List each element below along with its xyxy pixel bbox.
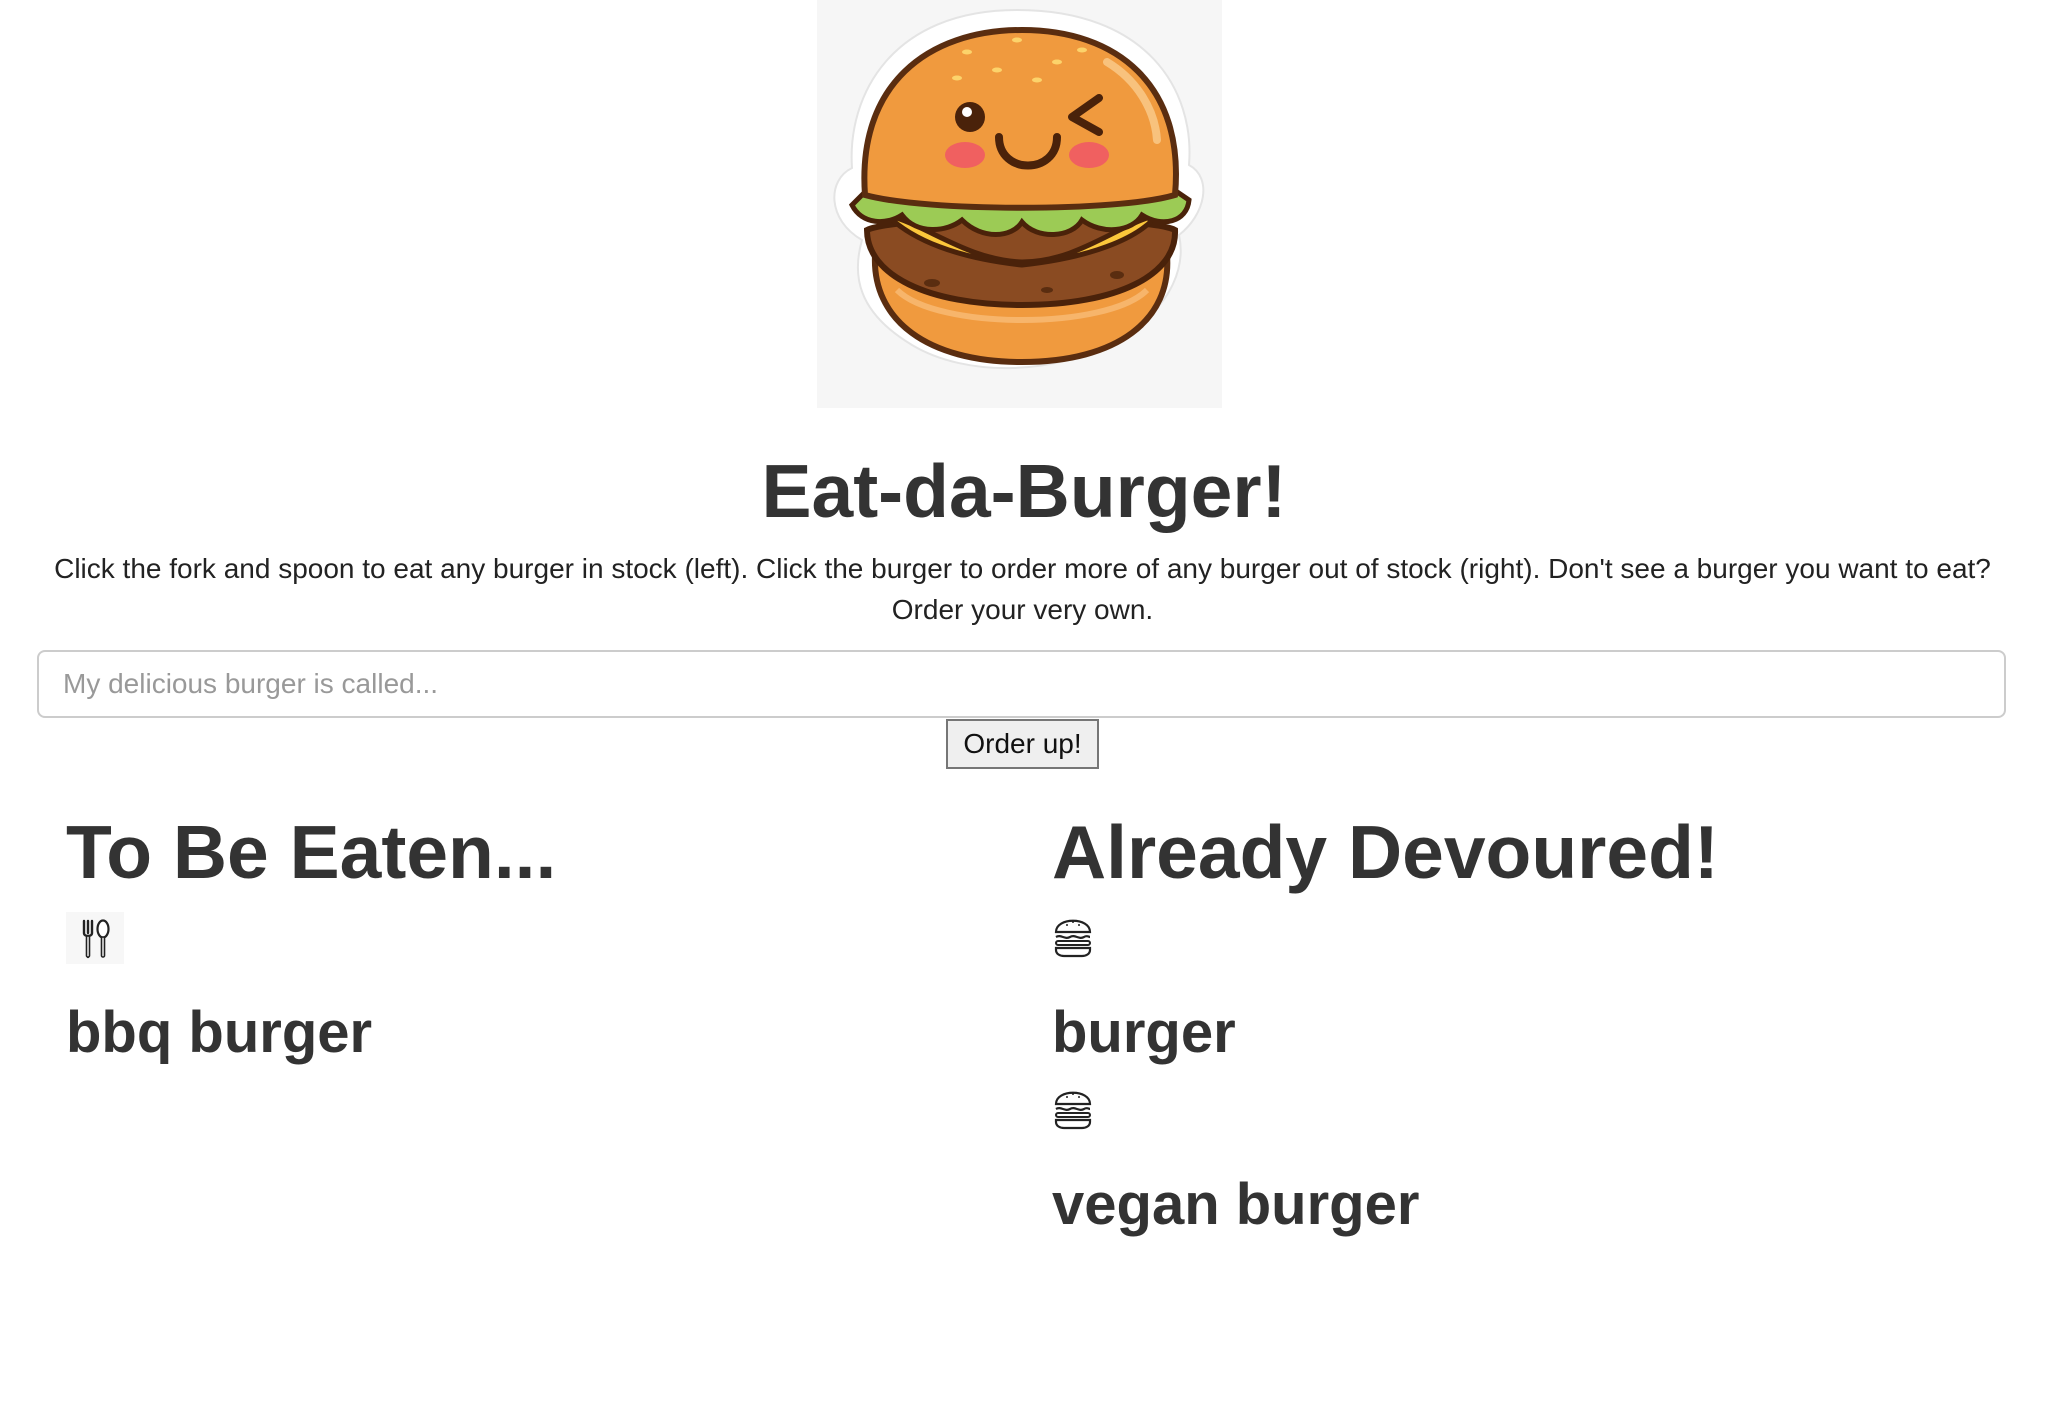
burger-icon[interactable] (1052, 1084, 1110, 1136)
burger-name: bbq burger (66, 1000, 373, 1065)
burger-icon[interactable] (1052, 912, 1110, 964)
fork-and-spoon-icon[interactable] (66, 912, 124, 964)
logo (817, 0, 1222, 408)
instructions-text: Click the fork and spoon to eat any burg… (54, 553, 1991, 625)
list-item: bbq burger (66, 912, 966, 1076)
burger-mascot-icon (833, 8, 1205, 370)
burger-name-input[interactable] (37, 650, 2006, 718)
to-be-eaten-heading: To Be Eaten... (66, 810, 557, 894)
order-up-button[interactable]: Order up! (946, 719, 1099, 769)
list-item: burger (1052, 912, 1952, 1076)
page-title: Eat-da-Burger! (761, 449, 1287, 533)
burger-name: burger (1052, 1000, 1236, 1065)
devoured-heading: Already Devoured! (1052, 810, 1719, 894)
devoured-column: Already Devoured! burger vegan burger (1052, 800, 1952, 1248)
list-item: vegan burger (1052, 1084, 1952, 1248)
page: Eat-da-Burger! Click the fork and spoon … (0, 0, 2048, 1420)
burger-name: vegan burger (1052, 1172, 1420, 1237)
to-be-eaten-column: To Be Eaten... bbq burger (66, 800, 966, 1076)
